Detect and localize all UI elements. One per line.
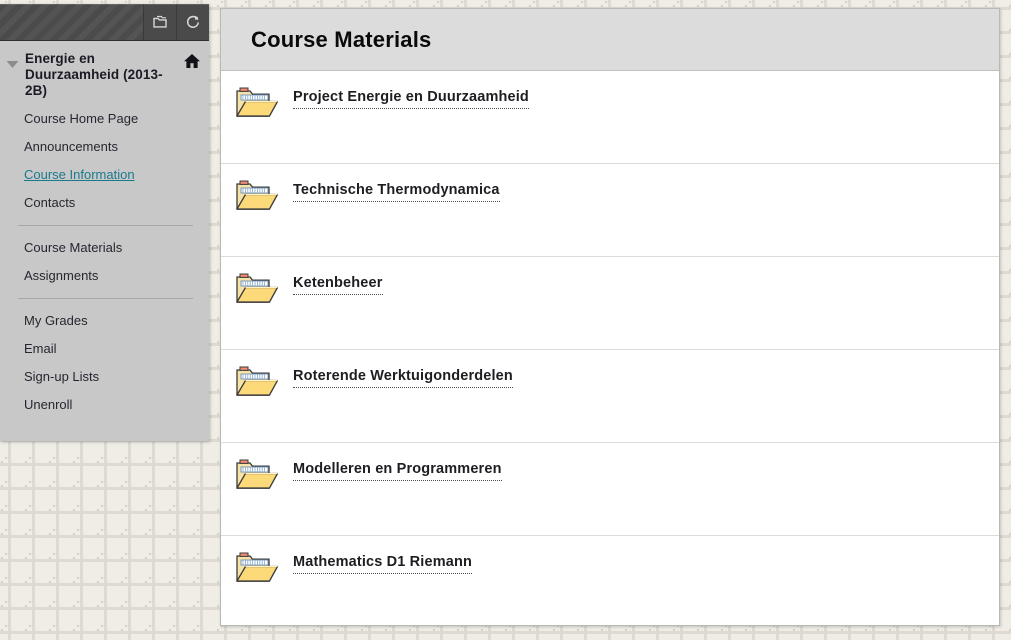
sidebar-item-contacts[interactable]: Contacts	[0, 189, 209, 217]
list-item[interactable]: Modelleren en Programmeren	[221, 443, 999, 536]
sidebar-item-announcements[interactable]: Announcements	[0, 133, 209, 161]
list-item[interactable]: Project Energie en Duurzaamheid	[221, 71, 999, 164]
list-item[interactable]: Mathematics D1 Riemann	[221, 536, 999, 625]
sidebar-item-label: Course Home Page	[24, 111, 139, 126]
sidebar-item-unenroll[interactable]: Unenroll	[0, 391, 209, 419]
sidebar-item-label: Email	[24, 341, 57, 356]
sidebar-item-course-materials[interactable]: Course Materials	[0, 234, 209, 262]
sidebar-item-label: Course Information	[24, 167, 135, 182]
list-item[interactable]: Roterende Werktuigonderdelen	[221, 350, 999, 443]
folder-link[interactable]: Project Energie en Duurzaamheid	[293, 83, 529, 109]
course-title: Energie en Duurzaamheid (2013-2B)	[25, 51, 163, 98]
list-item-link-wrap: Technische Thermodynamica	[293, 176, 500, 202]
folder-icon	[221, 455, 293, 499]
list-item[interactable]: Technische Thermodynamica	[221, 164, 999, 257]
home-icon[interactable]	[183, 53, 201, 74]
sidebar-item-label: Unenroll	[24, 397, 73, 412]
course-menu-panel: Energie en Duurzaamheid (2013-2B) Course…	[0, 4, 209, 441]
course-menu-group-1: Course Materials Assignments	[0, 234, 209, 290]
triangle-down-icon[interactable]	[6, 56, 20, 74]
course-menu-header	[0, 4, 209, 41]
list-item-link-wrap: Ketenbeheer	[293, 269, 383, 295]
sidebar-item-course-home-page[interactable]: Course Home Page	[0, 105, 209, 133]
course-menu-group-2: My Grades Email Sign-up Lists Unenroll	[0, 307, 209, 419]
page-title: Course Materials	[251, 26, 432, 52]
sidebar-item-sign-up-lists[interactable]: Sign-up Lists	[0, 363, 209, 391]
sidebar-item-label: Contacts	[24, 195, 76, 210]
list-item-link-wrap: Mathematics D1 Riemann	[293, 548, 472, 574]
folder-link[interactable]: Technische Thermodynamica	[293, 176, 500, 202]
menu-divider-2	[18, 298, 193, 299]
folder-collapse-icon[interactable]	[143, 4, 176, 40]
list-item-link-wrap: Modelleren en Programmeren	[293, 455, 502, 481]
folder-icon	[221, 269, 293, 313]
sidebar-item-label: Assignments	[24, 268, 99, 283]
folder-link[interactable]: Roterende Werktuigonderdelen	[293, 362, 513, 388]
sidebar-item-email[interactable]: Email	[0, 335, 209, 363]
sidebar-item-label: Announcements	[24, 139, 118, 154]
sidebar-item-label: My Grades	[24, 313, 88, 328]
course-materials-list: Project Energie en Duurzaamheid Technisc…	[221, 71, 999, 625]
folder-icon	[221, 362, 293, 406]
course-menu-group-0: Course Home Page Announcements Course In…	[0, 105, 209, 217]
folder-icon	[221, 548, 293, 592]
content-panel: Course Materials Project Energie en Duur…	[220, 8, 1000, 626]
sidebar-item-label: Course Materials	[24, 240, 123, 255]
refresh-icon[interactable]	[176, 4, 209, 40]
list-item[interactable]: Ketenbeheer	[221, 257, 999, 350]
sidebar-item-assignments[interactable]: Assignments	[0, 262, 209, 290]
content-header: Course Materials	[221, 9, 999, 71]
sidebar-item-my-grades[interactable]: My Grades	[0, 307, 209, 335]
folder-link[interactable]: Modelleren en Programmeren	[293, 455, 502, 481]
course-title-row[interactable]: Energie en Duurzaamheid (2013-2B)	[0, 51, 209, 99]
sidebar-item-label: Sign-up Lists	[24, 369, 100, 384]
folder-icon	[221, 83, 293, 127]
folder-link[interactable]: Ketenbeheer	[293, 269, 383, 295]
list-item-link-wrap: Roterende Werktuigonderdelen	[293, 362, 513, 388]
list-item-link-wrap: Project Energie en Duurzaamheid	[293, 83, 529, 109]
folder-icon	[221, 176, 293, 220]
folder-link[interactable]: Mathematics D1 Riemann	[293, 548, 472, 574]
course-menu-body: Energie en Duurzaamheid (2013-2B) Course…	[0, 41, 209, 419]
sidebar-item-course-information[interactable]: Course Information	[0, 161, 209, 189]
menu-divider-1	[18, 225, 193, 226]
